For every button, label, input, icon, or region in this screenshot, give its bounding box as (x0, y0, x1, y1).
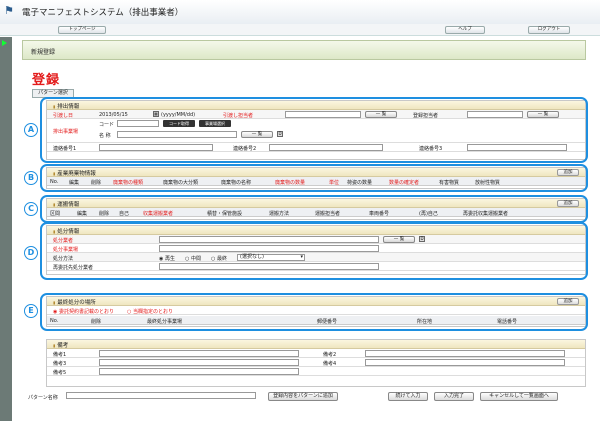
done-button[interactable]: 入力完了 (434, 392, 474, 401)
marker-frame-e (40, 293, 588, 331)
page-title: 登録 (32, 73, 61, 88)
top-page-link[interactable]: トップページ (58, 26, 106, 34)
logout-link[interactable]: ログアウト (528, 26, 570, 34)
flag-logo-icon: ⚑ (4, 4, 14, 17)
note5-label: 備考5 (53, 370, 67, 376)
note3-input[interactable] (99, 359, 299, 366)
notes-row-3: 備考5 (47, 367, 585, 376)
marker-c: C (24, 202, 38, 216)
note1-input[interactable] (99, 350, 299, 357)
main-content: 新規登録 登録 パターン選択 排出情報 引渡し日 2013/05/15 ▦ (y… (22, 40, 588, 421)
note2-label: 備考2 (323, 352, 337, 358)
pattern-name-label: パターン名称 (28, 395, 58, 401)
note1-label: 備考1 (53, 352, 67, 358)
notes-title: 備考 (53, 341, 68, 349)
notes-header: 備考 (47, 340, 585, 349)
cancel-button[interactable]: キャンセルして一覧画面へ (480, 392, 558, 401)
marker-d: D (24, 246, 38, 260)
note3-label: 備考3 (53, 361, 67, 367)
save-pattern-button[interactable]: 登録内容をパターンに追加 (268, 392, 338, 401)
pattern-name-input[interactable] (66, 392, 256, 399)
breadcrumb-label: 新規登録 (31, 49, 56, 56)
note2-input[interactable] (365, 350, 565, 357)
notes-row-2: 備考3 備考4 (47, 358, 585, 367)
note5-input[interactable] (99, 368, 299, 375)
note4-input[interactable] (365, 359, 565, 366)
notes-row-1: 備考1 備考2 (47, 349, 585, 358)
note4-label: 備考4 (323, 361, 337, 367)
app-window: ⚑ 電子マニフェストシステム（排出事業者） トップページ ヘルプ ログアウト 新… (0, 0, 600, 421)
continue-button[interactable]: 続けて入力 (388, 392, 428, 401)
breadcrumb: 新規登録 (22, 40, 586, 60)
app-title: 電子マニフェストシステム（排出事業者） (22, 8, 184, 18)
marker-frame-d (40, 222, 588, 280)
marker-frame-b (40, 164, 588, 192)
title-bar: ⚑ 電子マニフェストシステム（排出事業者） (0, 0, 600, 24)
help-link[interactable]: ヘルプ (445, 26, 485, 34)
marker-e: E (24, 304, 38, 318)
marker-frame-a (40, 97, 588, 163)
expand-arrow-icon[interactable] (2, 40, 7, 46)
marker-b: B (24, 171, 38, 185)
marker-frame-c (40, 195, 588, 223)
notes-section: 備考 備考1 備考2 備考3 備考4 備考5 (46, 339, 586, 387)
side-strip (0, 37, 12, 421)
marker-a: A (24, 123, 38, 137)
